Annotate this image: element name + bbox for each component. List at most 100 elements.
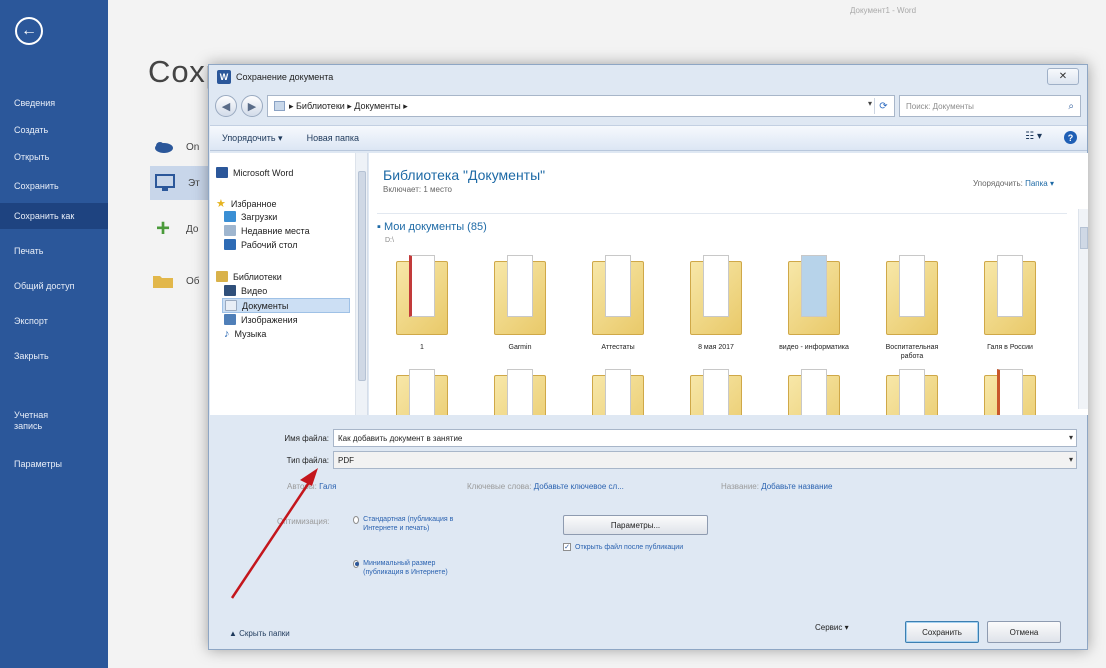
folder-item[interactable]: 1 bbox=[387, 253, 457, 373]
sidebar-item-close[interactable]: Закрыть bbox=[0, 343, 108, 369]
radio-minimal[interactable]: Минимальный размер (публикация в Интерне… bbox=[353, 559, 473, 577]
arrange-by[interactable]: Упорядочить: Папка ▾ bbox=[973, 179, 1054, 188]
backstage-option-computer[interactable]: Эт bbox=[150, 166, 208, 200]
view-options-icon[interactable]: ☷ ▾ bbox=[1025, 131, 1042, 144]
nav-item-documents[interactable]: Документы bbox=[222, 298, 350, 313]
filetype-label: Тип файла: bbox=[286, 455, 329, 465]
new-folder-button[interactable]: Новая папка bbox=[307, 133, 359, 143]
nav-item-images[interactable]: Изображения bbox=[224, 314, 298, 325]
nav-item-video[interactable]: Видео bbox=[224, 285, 267, 296]
filename-row: Имя файла: Как добавить документ в занят… bbox=[209, 429, 1077, 447]
folder-item[interactable]: Garmin bbox=[485, 253, 555, 373]
radio-button[interactable] bbox=[353, 516, 360, 524]
filename-label: Имя файла: bbox=[284, 433, 329, 443]
folder-item[interactable]: 8 мая 2017 bbox=[681, 253, 751, 373]
chevron-down-icon[interactable]: ▾ bbox=[1069, 433, 1073, 442]
search-icon: ⌕ bbox=[1068, 100, 1074, 112]
save-dialog: W Сохранение документа ✕ ◀ ▶ ▸ Библиотек… bbox=[208, 64, 1088, 650]
library-title: Библиотека "Документы" bbox=[383, 167, 546, 183]
music-icon: ♪ bbox=[224, 328, 230, 340]
backstage-option-add-place[interactable]: + До bbox=[150, 215, 198, 242]
libraries-icon bbox=[216, 271, 228, 282]
nav-item-favorites[interactable]: ★ Избранное bbox=[216, 197, 277, 210]
folder-icon bbox=[150, 270, 176, 292]
folder-item[interactable] bbox=[681, 367, 751, 415]
sidebar-item-save[interactable]: Сохранить bbox=[0, 173, 108, 199]
word-icon bbox=[216, 167, 228, 178]
recent-places-icon bbox=[224, 225, 236, 236]
chevron-down-icon[interactable]: ▾ bbox=[1069, 455, 1073, 464]
backstage-option-onedrive[interactable]: On bbox=[150, 136, 199, 158]
sidebar-item-open[interactable]: Открыть bbox=[0, 144, 108, 170]
close-button[interactable]: ✕ bbox=[1047, 68, 1079, 85]
save-button[interactable]: Сохранить bbox=[905, 621, 979, 643]
folder-item[interactable] bbox=[779, 367, 849, 415]
folder-item[interactable] bbox=[583, 367, 653, 415]
title-input[interactable]: Добавьте название bbox=[761, 482, 832, 491]
search-input[interactable]: Поиск: Документы ⌕ bbox=[899, 95, 1081, 117]
parameters-button[interactable]: Параметры... bbox=[563, 515, 708, 535]
authors-field: Авторы: Галя bbox=[287, 482, 337, 491]
open-after-publish-checkbox[interactable]: ✓ Открыть файл после публикации bbox=[563, 543, 685, 552]
folder-item[interactable] bbox=[387, 367, 457, 415]
nav-item-desktop[interactable]: Рабочий стол bbox=[224, 239, 298, 250]
nav-item-music[interactable]: ♪ Музыка bbox=[224, 328, 266, 340]
dialog-titlebar: W Сохранение документа bbox=[209, 65, 1087, 89]
back-arrow-icon[interactable]: ← bbox=[15, 17, 43, 45]
folder-item[interactable] bbox=[485, 367, 555, 415]
video-icon bbox=[224, 285, 236, 296]
sidebar-item-export[interactable]: Экспорт bbox=[0, 308, 108, 334]
sidebar-item-new[interactable]: Создать bbox=[0, 117, 108, 143]
sidebar-item-print[interactable]: Печать bbox=[0, 238, 108, 264]
download-folder-icon bbox=[224, 211, 236, 222]
folder-item[interactable] bbox=[975, 367, 1045, 415]
sidebar-item-save-as[interactable]: Сохранить как bbox=[0, 203, 108, 229]
sidebar-item-info[interactable]: Сведения bbox=[0, 90, 108, 116]
file-pane: Библиотека "Документы" Включает: 1 место… bbox=[369, 153, 1088, 415]
chevron-down-icon[interactable]: ▾ bbox=[868, 99, 872, 108]
sidebar-item-account[interactable]: Учетная запись bbox=[0, 408, 70, 434]
navpane-scrollbar[interactable] bbox=[355, 153, 367, 415]
checkbox-checked-icon[interactable]: ✓ bbox=[563, 543, 571, 551]
dialog-title: Сохранение документа bbox=[236, 72, 334, 82]
hide-folders-button[interactable]: ▲ Скрыть папки bbox=[229, 629, 290, 638]
filename-input[interactable]: Как добавить документ в занятие ▾ bbox=[333, 429, 1077, 447]
keywords-field: Ключевые слова: Добавьте ключевое сл... bbox=[467, 482, 624, 491]
address-bar[interactable]: ▸ Библиотеки ▸ Документы ▸ ▾ ⟳ bbox=[267, 95, 895, 117]
computer-icon bbox=[152, 172, 178, 194]
group-divider bbox=[377, 213, 1067, 214]
scrollbar-thumb[interactable] bbox=[1080, 227, 1088, 249]
tools-menu[interactable]: Сервис ▾ bbox=[815, 623, 849, 632]
optimize-label: Оптимизация: bbox=[277, 517, 330, 526]
dialog-toolbar: Упорядочить ▾ Новая папка ☷ ▾ ? bbox=[210, 125, 1087, 151]
refresh-icon[interactable]: ⟳ bbox=[874, 98, 892, 114]
back-nav-button[interactable]: ◀ bbox=[215, 95, 237, 117]
organize-button[interactable]: Упорядочить ▾ bbox=[222, 133, 283, 144]
navigation-pane: Microsoft Word ★ Избранное Загрузки Неда… bbox=[210, 153, 368, 415]
nav-item-downloads[interactable]: Загрузки bbox=[224, 211, 277, 222]
folder-item[interactable] bbox=[877, 367, 947, 415]
keywords-input[interactable]: Добавьте ключевое сл... bbox=[534, 482, 624, 491]
filetype-select[interactable]: PDF ▾ bbox=[333, 451, 1077, 469]
sidebar-item-options[interactable]: Параметры bbox=[0, 451, 108, 477]
folder-item[interactable]: Галя в России bbox=[975, 253, 1045, 373]
radio-standard[interactable]: Стандартная (публикация в Интернете и пе… bbox=[353, 515, 473, 533]
folder-item[interactable]: Аттестаты bbox=[583, 253, 653, 373]
forward-nav-button[interactable]: ▶ bbox=[241, 95, 263, 117]
group-path: D:\ bbox=[385, 237, 394, 244]
filepane-scrollbar[interactable] bbox=[1078, 209, 1088, 409]
nav-item-recent-places[interactable]: Недавние места bbox=[224, 225, 310, 236]
cancel-button[interactable]: Отмена bbox=[987, 621, 1061, 643]
library-subtitle[interactable]: Включает: 1 место bbox=[383, 185, 452, 194]
sidebar-item-share[interactable]: Общий доступ bbox=[0, 273, 108, 299]
group-title[interactable]: ▪ Мои документы (85) bbox=[377, 221, 487, 233]
radio-button[interactable] bbox=[353, 560, 360, 568]
help-icon[interactable]: ? bbox=[1064, 131, 1077, 144]
folder-item[interactable]: Воспитательная работа bbox=[877, 253, 947, 373]
backstage-option-browse[interactable]: Об bbox=[150, 270, 200, 292]
folder-item[interactable]: видео - информатика bbox=[779, 253, 849, 373]
nav-item-microsoft-word[interactable]: Microsoft Word bbox=[216, 167, 293, 178]
nav-item-libraries[interactable]: Библиотеки bbox=[216, 271, 282, 282]
scrollbar-thumb[interactable] bbox=[358, 171, 366, 381]
authors-value[interactable]: Галя bbox=[319, 482, 336, 491]
